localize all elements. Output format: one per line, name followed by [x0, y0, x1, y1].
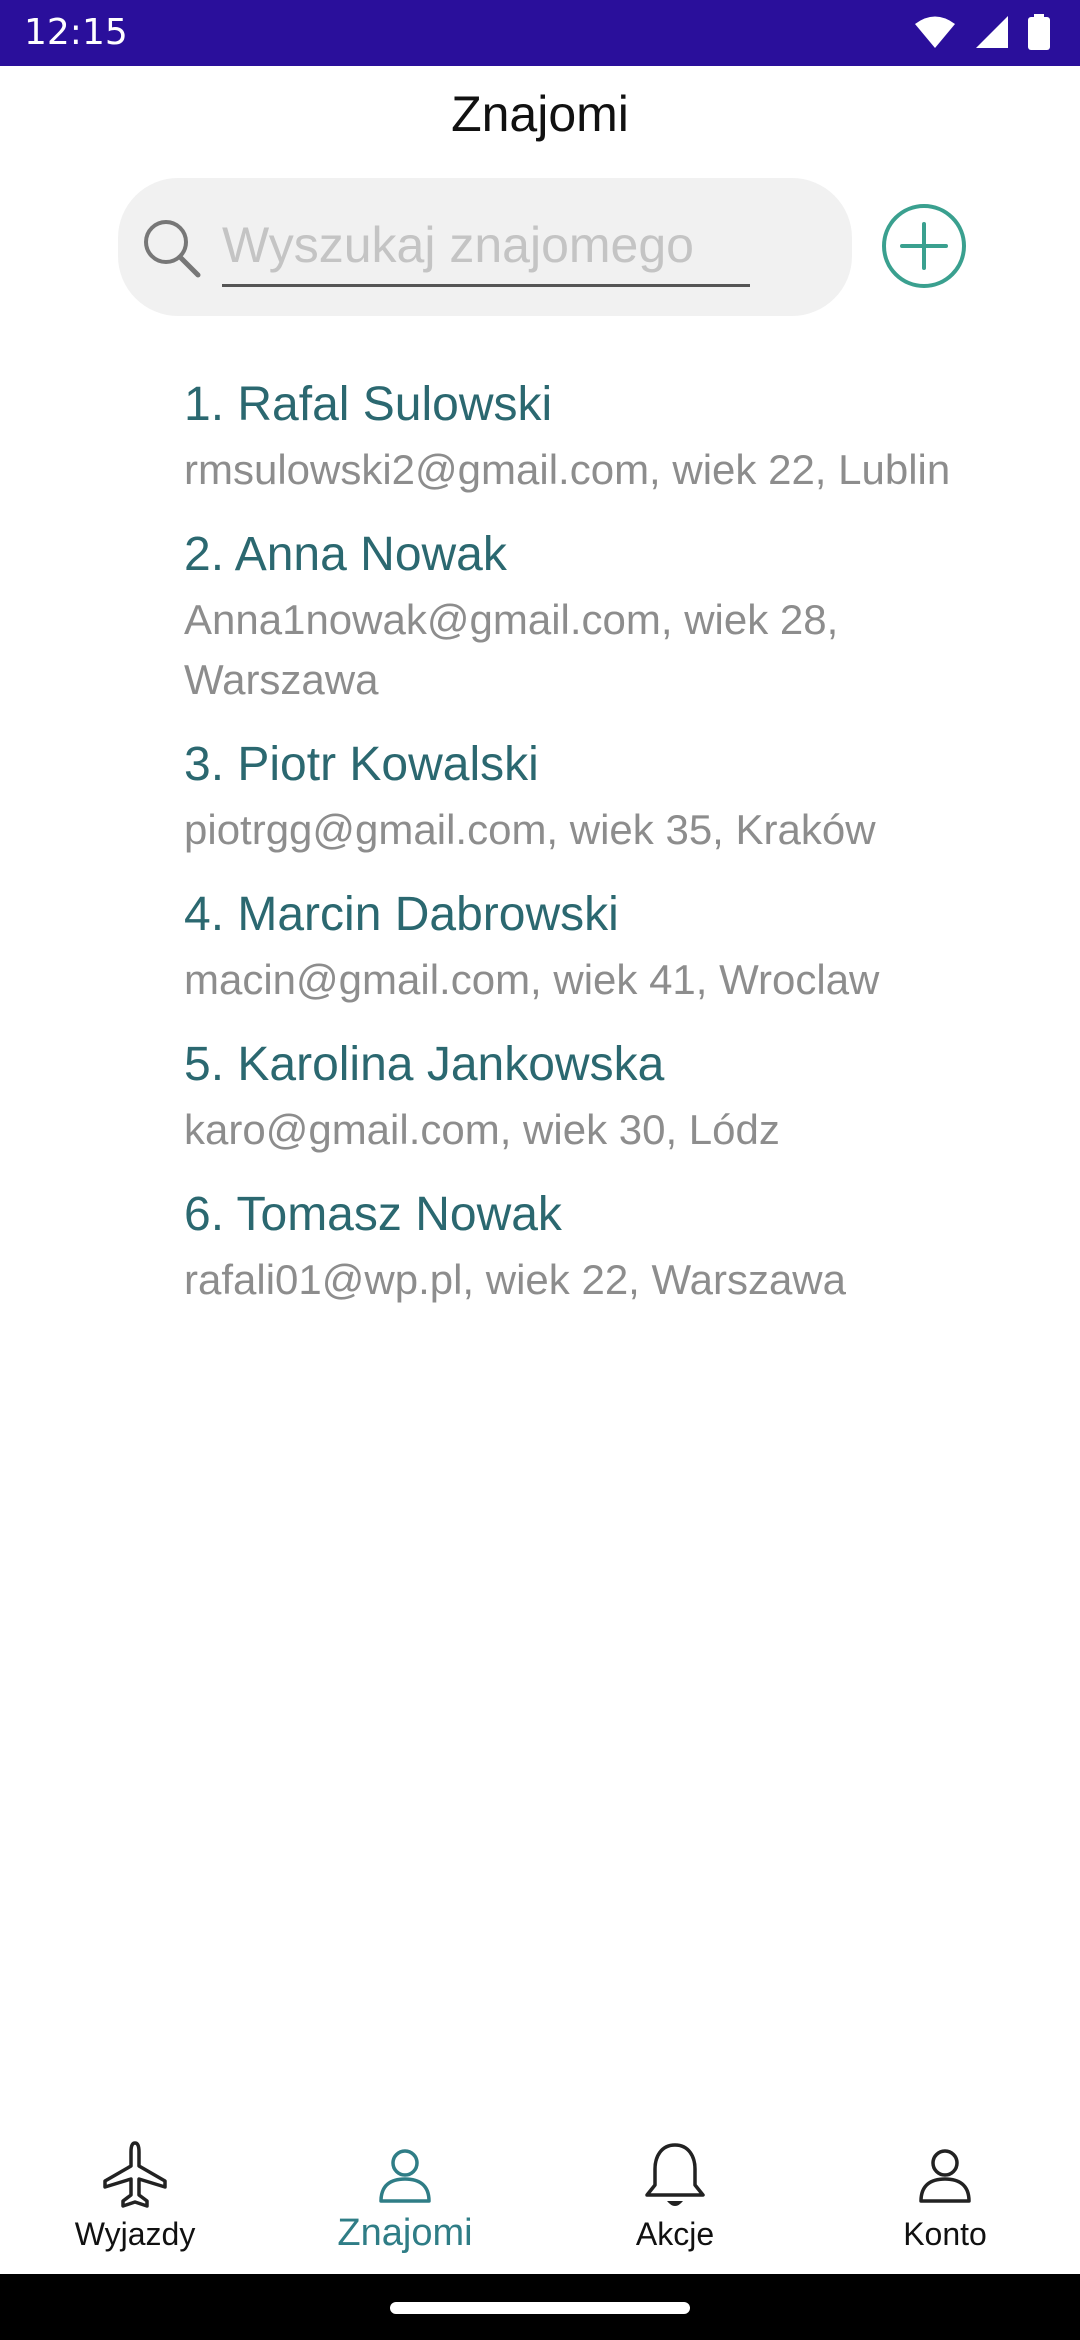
friend-details: rafali01@wp.pl, wiek 22, Warszawa	[184, 1256, 846, 1303]
account-icon	[915, 2138, 975, 2212]
status-icons	[914, 14, 1050, 55]
bell-icon	[643, 2138, 707, 2212]
friend-name: 4. Marcin Dabrowski	[184, 888, 619, 941]
wifi-icon	[914, 15, 956, 54]
friend-details: Anna1nowak@gmail.com, wiek 28, Warszawa	[184, 596, 839, 703]
friend-details: rmsulowski2@gmail.com, wiek 22, Lublin	[184, 446, 951, 493]
plus-circle-icon	[880, 202, 968, 295]
nav-item-akcje[interactable]: Akcje	[540, 2108, 810, 2274]
nav-item-wyjazdy[interactable]: Wyjazdy	[0, 2108, 270, 2274]
add-friend-button[interactable]	[880, 202, 968, 295]
person-icon	[375, 2138, 435, 2212]
search-icon	[140, 216, 204, 280]
search-box[interactable]	[118, 178, 852, 316]
friend-name: 6. Tomasz Nowak	[184, 1188, 562, 1241]
status-time: 12:15	[24, 12, 128, 53]
friend-name: 5. Karolina Jankowska	[184, 1038, 665, 1091]
friend-list-item[interactable]: 3. Piotr Kowalski piotrgg@gmail.com, wie…	[184, 734, 1004, 860]
friend-name: 1. Rafal Sulowski	[184, 378, 553, 431]
bottom-navigation: Wyjazdy Znajomi Akcje Konto	[0, 2108, 1080, 2274]
friend-details: macin@gmail.com, wiek 41, Wroclaw	[184, 956, 880, 1003]
signal-icon	[974, 15, 1010, 54]
friend-details: karo@gmail.com, wiek 30, Lódz	[184, 1106, 780, 1153]
page-title: Znajomi	[451, 86, 629, 142]
friend-list-item[interactable]: 2. Anna Nowak Anna1nowak@gmail.com, wiek…	[184, 524, 1004, 710]
friend-list-item[interactable]: 5. Karolina Jankowska karo@gmail.com, wi…	[184, 1034, 1004, 1160]
airplane-icon	[99, 2138, 171, 2212]
nav-label: Konto	[903, 2216, 987, 2252]
nav-label: Wyjazdy	[74, 2216, 196, 2252]
nav-item-konto[interactable]: Konto	[810, 2108, 1080, 2274]
friend-name: 2. Anna Nowak	[184, 528, 507, 581]
status-bar: 12:15	[0, 0, 1080, 66]
friend-list-item[interactable]: 1. Rafal Sulowski rmsulowski2@gmail.com,…	[184, 374, 1004, 500]
nav-label: Akcje	[635, 2216, 715, 2252]
home-indicator[interactable]	[390, 2302, 690, 2314]
friend-details: piotrgg@gmail.com, wiek 35, Kraków	[184, 806, 876, 853]
friend-name: 3. Piotr Kowalski	[184, 738, 539, 791]
friend-list-item[interactable]: 6. Tomasz Nowak rafali01@wp.pl, wiek 22,…	[184, 1184, 1004, 1310]
friend-list: 1. Rafal Sulowski rmsulowski2@gmail.com,…	[184, 374, 1004, 1334]
nav-label: Znajomi	[337, 2212, 473, 2254]
nav-item-znajomi[interactable]: Znajomi	[270, 2108, 540, 2274]
search-input[interactable]	[222, 206, 750, 287]
system-navigation-bar	[0, 2274, 1080, 2340]
battery-icon	[1028, 14, 1050, 55]
friend-list-item[interactable]: 4. Marcin Dabrowski macin@gmail.com, wie…	[184, 884, 1004, 1010]
